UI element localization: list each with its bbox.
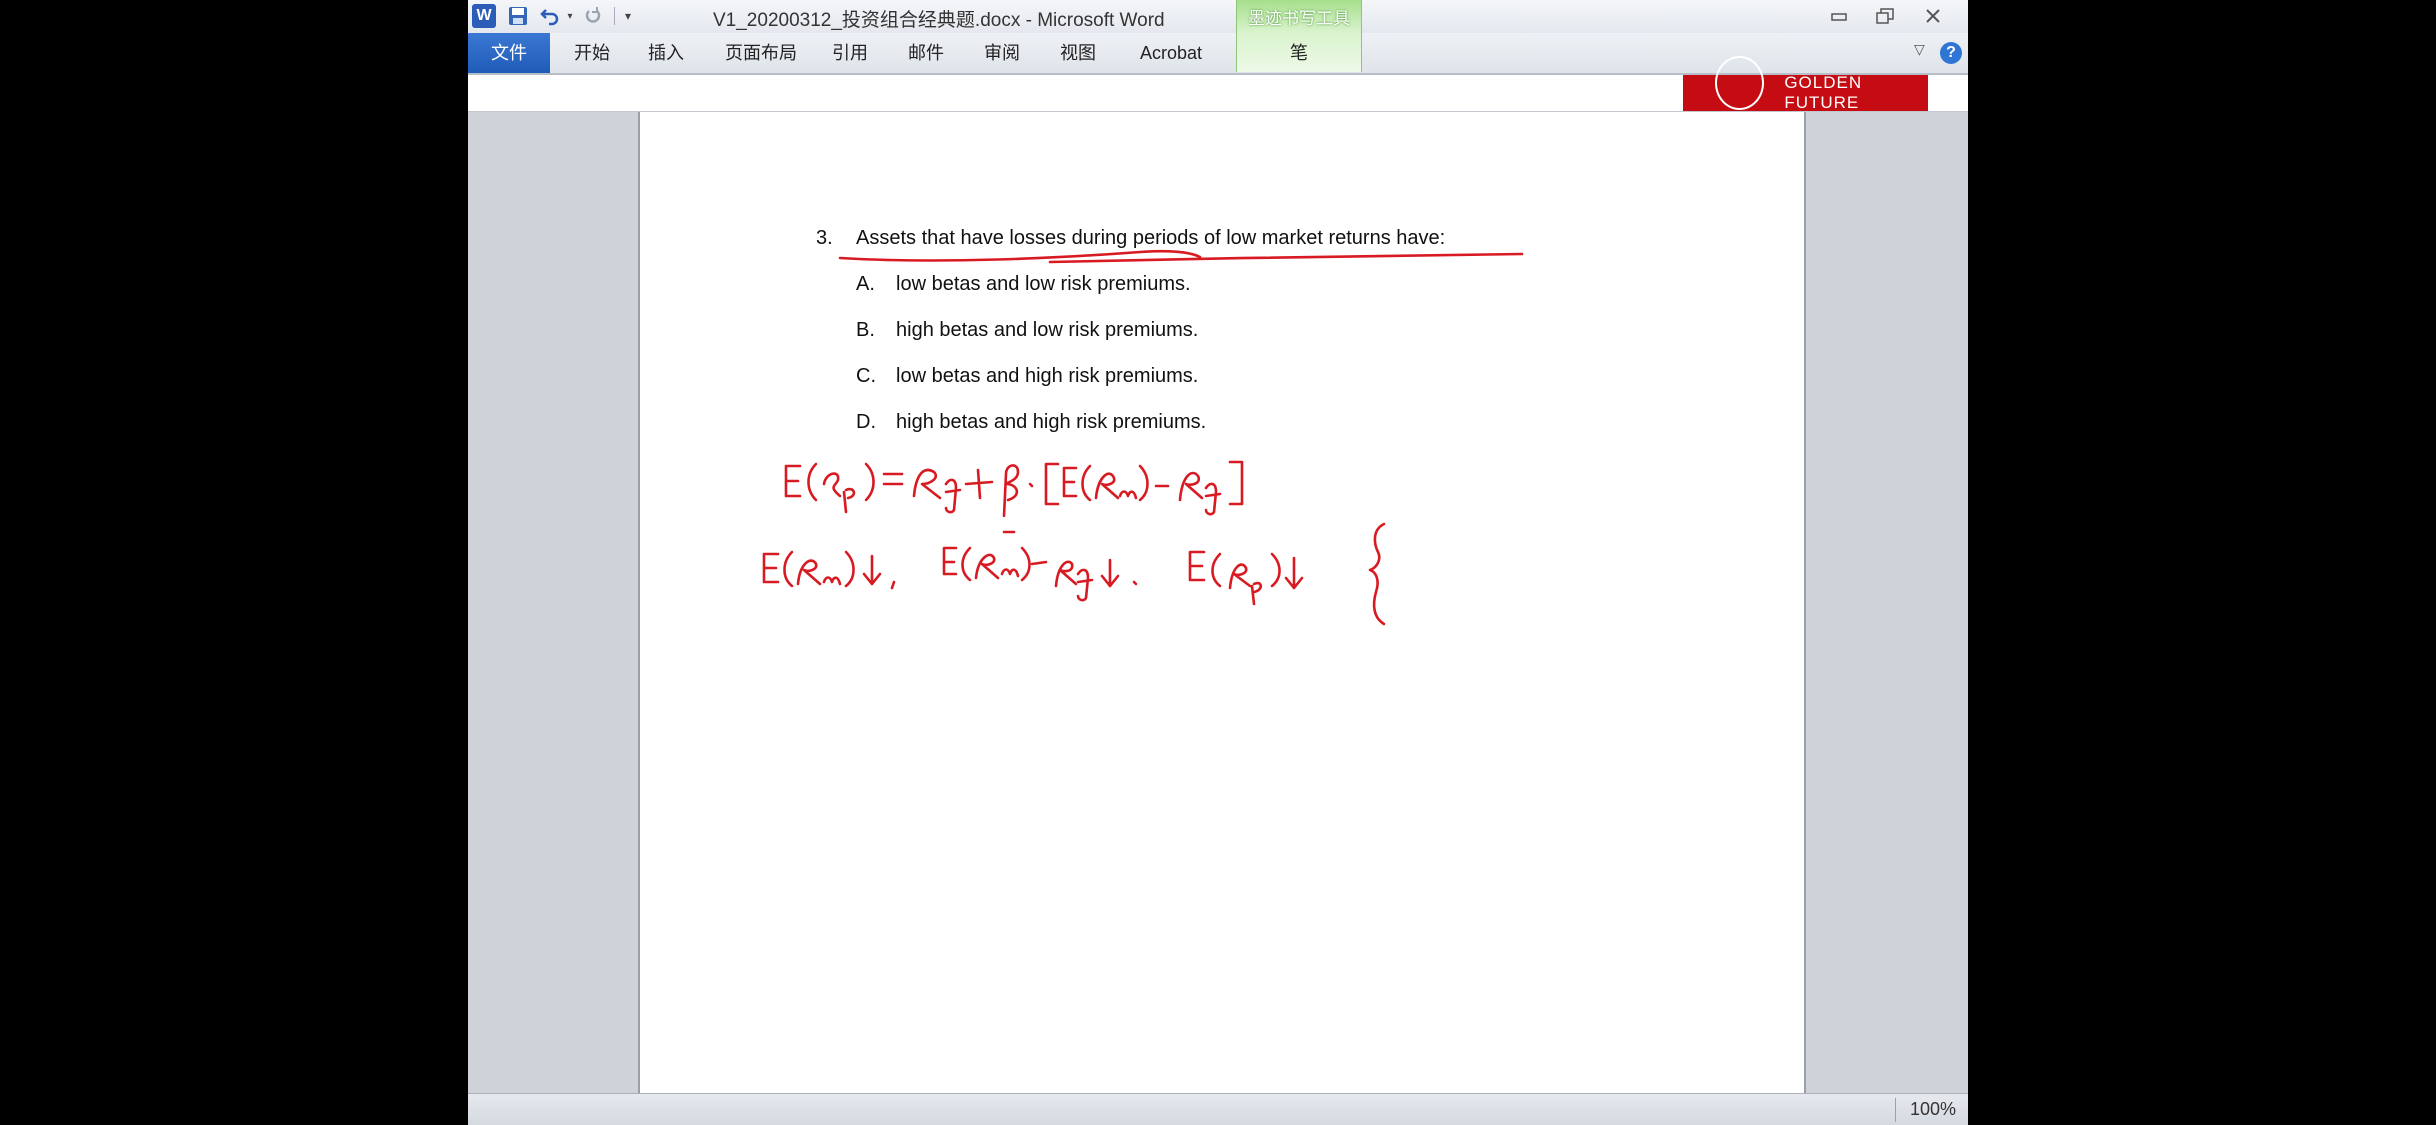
ink-formula: [944, 478, 962, 514]
undo-icon[interactable]: [538, 4, 562, 28]
word-window: W ▾ ▾ V1_20200312_投资组合经典题.docx - Microso…: [468, 0, 1968, 1125]
redo-icon[interactable]: [582, 4, 606, 28]
tab-insert[interactable]: 插入: [638, 33, 694, 73]
ink-formula: [1138, 464, 1149, 502]
restore-icon[interactable]: [1866, 3, 1904, 29]
ink-formula: [912, 468, 942, 500]
tab-references[interactable]: 引用: [822, 33, 878, 73]
golden-future-banner: GOLDEN FUTURE: [1683, 56, 1928, 112]
seal-logo: [1715, 56, 1765, 110]
word-app-icon[interactable]: W: [472, 4, 496, 28]
ink-note: [942, 546, 958, 576]
ink-note: [1000, 568, 1020, 578]
ink-formula: [1094, 472, 1120, 500]
undo-dropdown-icon[interactable]: ▾: [564, 4, 576, 28]
ink-formula: [1178, 471, 1204, 502]
ink-formula: [1204, 482, 1222, 516]
ink-note: [1228, 563, 1252, 590]
ink-note: [1250, 581, 1263, 606]
ink-note: [822, 576, 842, 586]
tab-page-layout[interactable]: 页面布局: [716, 33, 806, 73]
separator: [1895, 1098, 1896, 1122]
ink-note: [762, 552, 780, 584]
ink-note: [1284, 556, 1304, 590]
ink-note: [1076, 568, 1094, 602]
tab-view[interactable]: 视图: [1050, 33, 1106, 73]
ink-note: [862, 554, 882, 586]
ink-formula: [964, 468, 994, 500]
ink-formula: [1228, 460, 1244, 506]
ink-note: [796, 559, 822, 586]
ink-note: [1100, 558, 1120, 588]
document-page[interactable]: 3. Assets that have losses during period…: [638, 112, 1806, 1093]
ink-note: [1270, 552, 1281, 588]
ink-note: [1368, 522, 1386, 626]
document-area[interactable]: GOLDEN FUTURE 3. Assets that have losses…: [468, 56, 1968, 1093]
ink-formula: [1081, 464, 1092, 502]
tab-home[interactable]: 开始: [564, 33, 620, 73]
ink-formula: [822, 472, 842, 498]
ink-annotations: [762, 249, 1524, 626]
previous-page-bottom: GOLDEN FUTURE: [468, 56, 1968, 112]
zoom-level[interactable]: 100%: [1910, 1099, 1956, 1120]
ink-formula: [1118, 490, 1138, 500]
help-icon[interactable]: ?: [1940, 42, 1962, 64]
banner-text: GOLDEN FUTURE: [1784, 73, 1863, 112]
ink-formula: [784, 464, 802, 498]
save-icon[interactable]: [506, 4, 530, 28]
ink-note: [1132, 580, 1138, 586]
ink-formula: [842, 487, 856, 514]
ink-formula: [1044, 462, 1060, 506]
ink-formula: [807, 462, 818, 502]
ink-tools-group-title: 墨迹书写工具: [1248, 9, 1350, 28]
ink-note: [890, 580, 896, 590]
tab-pen[interactable]: 笔: [1237, 33, 1361, 73]
ink-formula: [1028, 482, 1034, 488]
ink-note: [1188, 550, 1206, 582]
ink-note: [1211, 552, 1222, 588]
tab-acrobat[interactable]: Acrobat: [1130, 33, 1212, 73]
ink-note: [783, 550, 794, 588]
minimize-icon[interactable]: [1820, 3, 1858, 29]
ink-note: [844, 550, 855, 588]
ink-tools-context-group: 墨迹书写工具 笔: [1236, 0, 1362, 72]
ink-formula: [1062, 466, 1078, 498]
status-bar: 100%: [468, 1093, 1968, 1125]
tab-mailings[interactable]: 邮件: [898, 33, 954, 73]
ink-note: [1030, 560, 1048, 566]
tab-file[interactable]: 文件: [468, 33, 550, 73]
separator: [612, 4, 616, 28]
ink-formula: [1002, 464, 1020, 518]
ribbon-minimize-icon[interactable]: ▽: [1914, 41, 1925, 58]
ink-formula: [882, 472, 904, 486]
tab-review[interactable]: 审阅: [974, 33, 1030, 73]
customize-icon[interactable]: ▾: [620, 4, 636, 28]
ink-note: [1054, 560, 1078, 588]
title-bar: W ▾ ▾ V1_20200312_投资组合经典题.docx - Microso…: [468, 0, 1968, 33]
ink-note: [961, 546, 972, 582]
ink-note: [1020, 546, 1031, 582]
ink-formula: [864, 462, 875, 502]
close-icon[interactable]: [1914, 3, 1952, 29]
ink-underline: [1048, 252, 1524, 264]
window-title: V1_20200312_投资组合经典题.docx - Microsoft Wor…: [713, 10, 1165, 31]
ink-note: [974, 553, 1000, 580]
